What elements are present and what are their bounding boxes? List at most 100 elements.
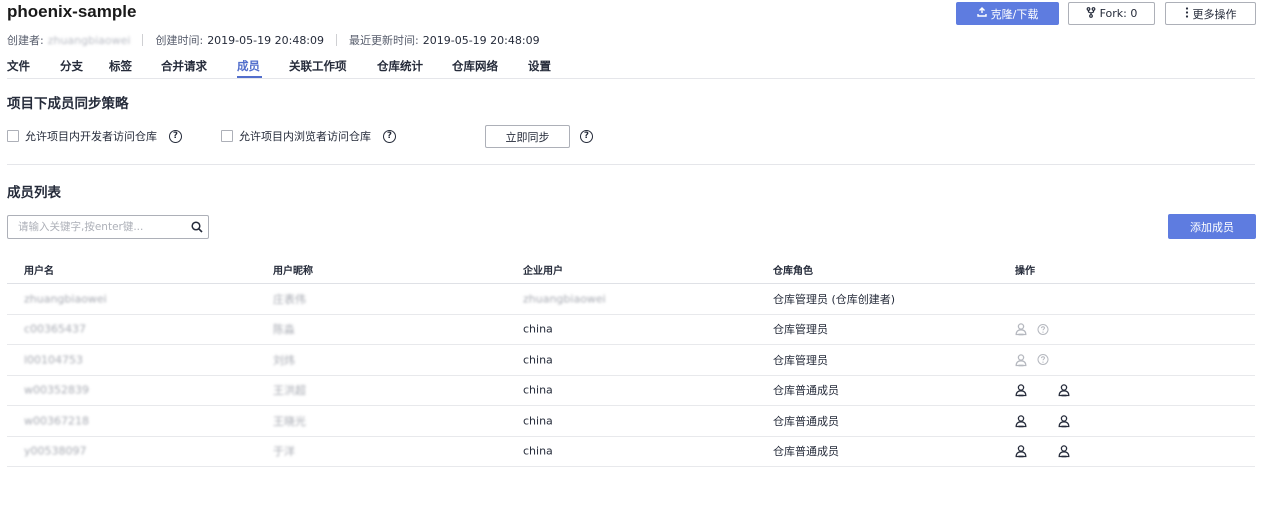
table-row: y00538097 于洋 china 仓库普通成员 bbox=[7, 437, 1255, 467]
help-circle-icon bbox=[1037, 354, 1049, 366]
user-remove-icon[interactable] bbox=[1058, 384, 1071, 397]
row-actions bbox=[1015, 323, 1049, 336]
created-label: 创建时间: bbox=[155, 34, 204, 47]
column-header-enterprise: 企业用户 bbox=[523, 265, 563, 277]
cell-role: 仓库管理员 (仓库创建者) bbox=[773, 292, 896, 306]
column-header-nickname: 用户昵称 bbox=[273, 265, 313, 277]
cell-nickname: 陈淼 bbox=[273, 323, 295, 337]
row-actions bbox=[1015, 445, 1071, 458]
clone-download-button[interactable]: 克隆/下载 bbox=[956, 2, 1059, 25]
tab-repo-stats[interactable]: 仓库统计 bbox=[377, 58, 452, 78]
user-admin-icon[interactable] bbox=[1015, 384, 1028, 397]
column-header-username: 用户名 bbox=[24, 265, 54, 277]
cell-role: 仓库管理员 bbox=[773, 323, 828, 337]
help-circle-icon[interactable]: ? bbox=[169, 129, 182, 143]
meta-divider bbox=[142, 34, 144, 46]
tab-tags[interactable]: 标签 bbox=[109, 58, 161, 78]
cell-username: w00367218 bbox=[24, 414, 89, 428]
cell-username: y00538097 bbox=[24, 444, 87, 458]
cell-role: 仓库管理员 bbox=[773, 353, 828, 367]
clone-download-label: 克隆/下载 bbox=[990, 7, 1039, 21]
member-search bbox=[7, 215, 209, 239]
repo-meta: 创建者: zhuangbiaowei 创建时间: 2019-05-19 20:4… bbox=[7, 32, 540, 48]
creator-label: 创建者: bbox=[7, 34, 44, 47]
cell-enterprise: china bbox=[523, 322, 553, 336]
member-search-input[interactable] bbox=[18, 221, 186, 233]
cell-username: c00365437 bbox=[24, 322, 87, 336]
allow-developers-checkbox[interactable] bbox=[7, 130, 19, 142]
help-circle-icon[interactable]: ? bbox=[580, 130, 593, 143]
sync-now-button[interactable]: 立即同步 bbox=[485, 125, 570, 148]
row-actions bbox=[1015, 414, 1071, 428]
column-header-actions: 操作 bbox=[1015, 265, 1035, 277]
allow-developers-label: 允许项目内开发者访问仓库 bbox=[25, 130, 157, 143]
table-row: zhuangbiaowei 庄表伟 zhuangbiaowei 仓库管理员 (仓库创建… bbox=[7, 284, 1255, 315]
cell-enterprise: zhuangbiaowei bbox=[523, 292, 606, 306]
fork-icon bbox=[1086, 6, 1096, 21]
column-header-role: 仓库角色 bbox=[773, 265, 813, 277]
meta-divider bbox=[336, 34, 338, 46]
tab-linked-work-items[interactable]: 关联工作项 bbox=[289, 58, 377, 78]
page-title: phoenix-sample bbox=[7, 2, 137, 21]
cell-nickname: 王晓光 bbox=[273, 414, 306, 428]
tabs-divider bbox=[7, 78, 1255, 79]
tab-merge-requests[interactable]: 合并请求 bbox=[161, 58, 237, 78]
allow-developers-option[interactable]: 允许项目内开发者访问仓库 ? bbox=[7, 128, 182, 144]
table-row: w00367218 王晓光 china 仓库普通成员 bbox=[7, 406, 1255, 437]
cell-nickname: 庄表伟 bbox=[273, 292, 306, 306]
user-admin-icon bbox=[1015, 323, 1028, 336]
section-divider bbox=[7, 164, 1255, 165]
row-actions bbox=[1015, 353, 1049, 367]
help-circle-icon bbox=[1037, 323, 1049, 335]
more-actions-label: 更多操作 bbox=[1192, 7, 1237, 21]
updated-value: 2019-05-19 20:48:09 bbox=[422, 33, 540, 47]
search-icon[interactable] bbox=[186, 216, 208, 238]
cell-role: 仓库普通成员 bbox=[773, 384, 839, 398]
cell-enterprise: china bbox=[523, 353, 553, 367]
tab-settings[interactable]: 设置 bbox=[528, 58, 568, 78]
cell-username: zhuangbiaowei bbox=[24, 292, 107, 306]
row-actions bbox=[1015, 384, 1071, 397]
user-remove-icon[interactable] bbox=[1058, 445, 1071, 458]
sync-policy-title: 项目下成员同步策略 bbox=[7, 96, 129, 112]
created-value: 2019-05-19 20:48:09 bbox=[207, 33, 325, 47]
cell-nickname: 刘炜 bbox=[273, 353, 295, 367]
cell-role: 仓库普通成员 bbox=[773, 414, 839, 428]
cell-nickname: 王洪超 bbox=[273, 384, 306, 398]
upload-icon bbox=[976, 7, 987, 20]
cell-role: 仓库普通成员 bbox=[773, 445, 839, 459]
cell-nickname: 于洋 bbox=[273, 445, 295, 459]
help-circle-icon[interactable]: ? bbox=[383, 129, 396, 143]
allow-viewers-checkbox[interactable] bbox=[221, 130, 233, 142]
updated-label: 最近更新时间: bbox=[349, 34, 419, 47]
more-actions-button[interactable]: 更多操作 bbox=[1165, 2, 1256, 25]
table-header: 用户名 用户昵称 企业用户 仓库角色 操作 bbox=[7, 255, 1255, 284]
cell-username: l00104753 bbox=[24, 353, 84, 367]
table-body: zhuangbiaowei 庄表伟 zhuangbiaowei 仓库管理员 (仓库创建… bbox=[7, 284, 1255, 467]
tab-files[interactable]: 文件 bbox=[7, 58, 60, 78]
user-admin-icon bbox=[1015, 353, 1028, 367]
table-row: c00365437 陈淼 china 仓库管理员 bbox=[7, 315, 1255, 345]
user-admin-icon[interactable] bbox=[1015, 445, 1028, 458]
user-remove-icon[interactable] bbox=[1058, 414, 1071, 428]
cell-username: w00352839 bbox=[24, 383, 89, 397]
member-table: 用户名 用户昵称 企业用户 仓库角色 操作 zhuangbiaowei 庄表伟 zh… bbox=[7, 255, 1255, 467]
fork-label: Fork: 0 bbox=[1099, 7, 1138, 20]
allow-viewers-label: 允许项目内浏览者访问仓库 bbox=[239, 130, 371, 143]
more-vertical-icon bbox=[1185, 6, 1189, 21]
allow-viewers-option[interactable]: 允许项目内浏览者访问仓库 ? bbox=[221, 128, 396, 144]
add-member-button[interactable]: 添加成员 bbox=[1168, 214, 1256, 239]
user-admin-icon[interactable] bbox=[1015, 414, 1028, 428]
tab-repo-network[interactable]: 仓库网络 bbox=[452, 58, 528, 78]
table-row: l00104753 刘炜 china 仓库管理员 bbox=[7, 345, 1255, 376]
cell-enterprise: china bbox=[523, 414, 553, 428]
creator-value[interactable]: zhuangbiaowei bbox=[48, 34, 131, 47]
repo-tabs: 文件 分支 标签 合并请求 成员 关联工作项 仓库统计 仓库网络 设置 bbox=[7, 58, 568, 78]
tab-branches[interactable]: 分支 bbox=[60, 58, 109, 78]
tab-members[interactable]: 成员 bbox=[237, 58, 262, 78]
fork-button[interactable]: Fork: 0 bbox=[1068, 2, 1155, 25]
table-row: w00352839 王洪超 china 仓库普通成员 bbox=[7, 376, 1255, 406]
cell-enterprise: china bbox=[523, 383, 553, 397]
cell-enterprise: china bbox=[523, 444, 553, 458]
member-list-title: 成员列表 bbox=[7, 185, 61, 201]
